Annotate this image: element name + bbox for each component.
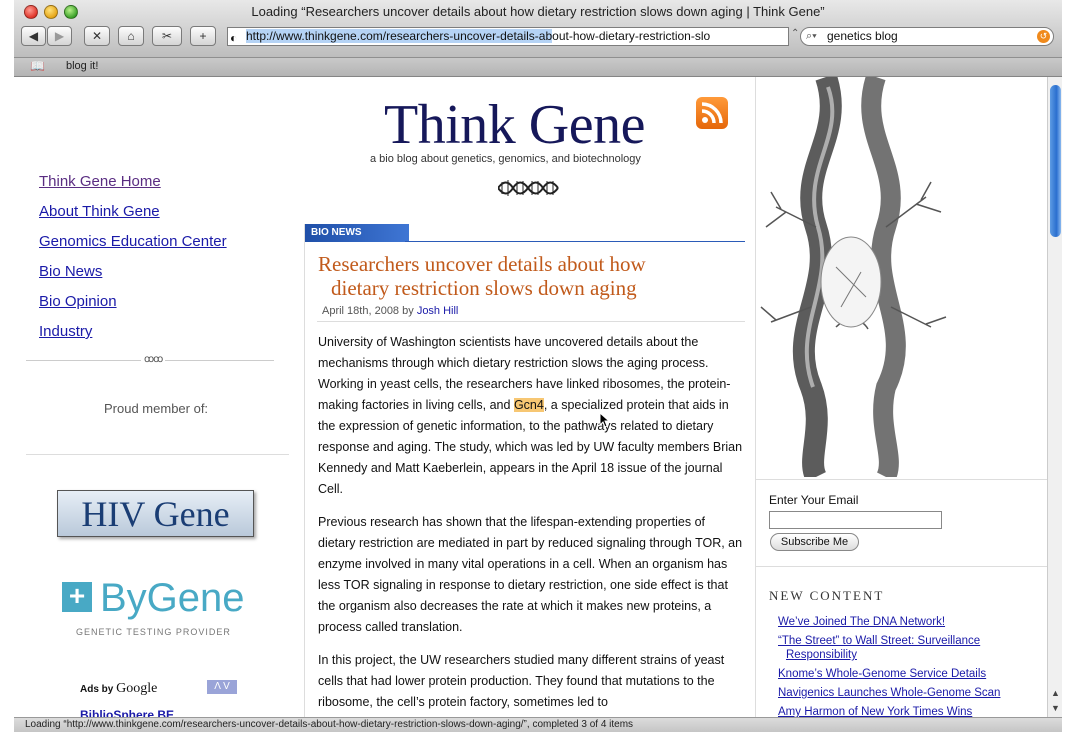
ads-by-label: Ads by: [80, 684, 114, 695]
bookmarks-book-icon[interactable]: 📖: [30, 59, 45, 73]
stop-button[interactable]: ✕: [84, 26, 110, 46]
dna-tree-illustration: [756, 77, 1036, 482]
page-content: Think Gene a bio blog about genetics, ge…: [14, 77, 1047, 717]
post-by: by: [402, 305, 414, 317]
url-dropdown-icon[interactable]: ⌃: [791, 28, 799, 39]
new-content-list: We’ve Joined The DNA Network! “The Stree…: [778, 615, 1038, 717]
post-title-line2: dietary restriction slows down aging: [331, 276, 637, 300]
address-bar[interactable]: ◐ http://www.thinkgene.com/researchers-un…: [227, 27, 789, 46]
site-favicon-icon: ◐: [230, 31, 238, 45]
google-logo-text: Google: [116, 681, 158, 696]
scissors-icon: ✂: [161, 29, 173, 43]
proud-member-label: Proud member of:: [104, 401, 209, 416]
left-divider: [26, 454, 289, 455]
dna-helix-icon: [497, 177, 560, 204]
post-separator: [317, 321, 745, 322]
url-rest-text: out-how-dietary-restriction-slo: [552, 29, 711, 43]
nav-link-industry[interactable]: Industry: [39, 321, 289, 351]
new-content-link[interactable]: Knome’s Whole-Genome Service Details: [778, 667, 1038, 681]
nav-link-bio-opinion[interactable]: Bio Opinion: [39, 291, 289, 321]
post-title[interactable]: Researchers uncover details about how di…: [318, 252, 738, 300]
post-body: University of Washington scientists have…: [318, 332, 743, 717]
category-badge[interactable]: BIO NEWS: [305, 224, 409, 242]
mouse-pointer-icon: [599, 411, 611, 433]
ads-by-google[interactable]: Ads by Google: [80, 681, 157, 697]
plus-icon: +: [62, 582, 92, 612]
post-paragraph-3: In this project, the UW researchers stud…: [318, 653, 725, 709]
browser-window: Loading “Researchers uncover details abo…: [0, 0, 1075, 755]
new-content-link-text-cont: Responsibility: [786, 649, 857, 661]
new-content-link[interactable]: Navigenics Launches Whole-Genome Scan: [778, 686, 1038, 700]
search-icon: ⌕▾: [806, 30, 817, 42]
status-bar: Loading “http://www.thinkgene.com/resear…: [14, 717, 1062, 732]
post-paragraph-2: Previous research has shown that the lif…: [318, 515, 743, 634]
bygene-subtitle: GENETIC TESTING PROVIDER: [76, 627, 231, 637]
nav-link-about-think-gene[interactable]: About Think Gene: [39, 201, 289, 231]
scrollbar-thumb[interactable]: [1050, 85, 1061, 237]
post-paragraph-1: University of Washington scientists have…: [318, 332, 743, 500]
left-navigation: Think Gene Home About Think Gene Genomic…: [39, 171, 289, 351]
ads-nav-arrows[interactable]: Λ V: [207, 680, 237, 694]
nav-link-bio-news[interactable]: Bio News: [39, 261, 289, 291]
vertical-scrollbar[interactable]: ▲ ▼: [1047, 77, 1062, 717]
new-content-link[interactable]: We’ve Joined The DNA Network!: [778, 615, 1038, 629]
gcn4-highlight: Gcn4: [513, 398, 544, 412]
search-value: genetics blog: [827, 29, 898, 43]
ad-link-bibliosphere[interactable]: BiblioSphere BE: [80, 708, 174, 717]
scroll-down-arrow-icon[interactable]: ▼: [1051, 703, 1060, 713]
p1-text-b: , a specialized protein that aids in the…: [318, 398, 743, 496]
post-author-link[interactable]: Josh Hill: [417, 305, 459, 317]
window-title: Loading “Researchers uncover details abo…: [251, 4, 825, 19]
back-button[interactable]: ◀: [21, 26, 46, 46]
new-content-link-text: We’ve Joined The DNA Network!: [778, 616, 946, 628]
nav-link-think-gene-home[interactable]: Think Gene Home: [39, 171, 289, 201]
nav-link-genomics-education-center[interactable]: Genomics Education Center: [39, 231, 289, 261]
email-input[interactable]: [769, 511, 942, 529]
new-content-link-text: Knome’s Whole-Genome Service Details: [778, 668, 987, 680]
url-selected-text: http://www.thinkgene.com/researchers-unc…: [246, 29, 553, 43]
snippet-button[interactable]: ✂: [152, 26, 182, 46]
post-meta: April 18th, 2008 by Josh Hill: [322, 305, 458, 317]
new-content-heading: NEW CONTENT: [769, 588, 885, 603]
email-label: Enter Your Email: [769, 493, 859, 507]
title-bar: Loading “Researchers uncover details abo…: [14, 0, 1062, 58]
new-content-link-text: “The Street” to Wall Street: Surveillanc…: [778, 635, 981, 647]
email-separator: [756, 479, 1047, 480]
new-content-link[interactable]: Amy Harmon of New York Times Wins: [778, 705, 1038, 717]
post-title-line1: Researchers uncover details about how: [318, 252, 646, 276]
rss-feed-icon[interactable]: [696, 97, 728, 129]
divider-dna-icon: ꝏꝏ: [141, 354, 166, 365]
category-underline: [405, 241, 745, 242]
add-bookmark-button[interactable]: +: [190, 26, 216, 46]
bookmark-blog-it[interactable]: blog it!: [66, 60, 98, 72]
new-content-link[interactable]: “The Street” to Wall Street: Surveillanc…: [778, 634, 1038, 662]
bygene-logo-text: ByGene: [100, 576, 245, 620]
hiv-gene-banner[interactable]: HIV Gene: [57, 490, 254, 537]
search-go-icon[interactable]: ↺: [1037, 30, 1050, 43]
home-button[interactable]: ⌂: [118, 26, 144, 46]
new-content-link-text: Navigenics Launches Whole-Genome Scan: [778, 687, 1001, 699]
site-title[interactable]: Think Gene: [384, 93, 645, 157]
site-tagline: a bio blog about genetics, genomics, and…: [370, 153, 641, 165]
new-content-separator: [756, 566, 1047, 567]
new-content-link-text: Amy Harmon of New York Times Wins: [778, 706, 973, 717]
post-date: April 18th, 2008: [322, 305, 400, 317]
forward-button[interactable]: ▶: [47, 26, 72, 46]
bookmarks-bar: 📖 blog it!: [14, 58, 1062, 77]
scroll-up-arrow-icon[interactable]: ▲: [1051, 688, 1060, 698]
main-article-column: BIO NEWS Researchers uncover details abo…: [304, 224, 755, 717]
search-field[interactable]: ⌕▾ genetics blog ↺: [800, 27, 1054, 46]
subscribe-button[interactable]: Subscribe Me: [770, 533, 859, 551]
right-sidebar: Enter Your Email Subscribe Me NEW CONTEN…: [755, 77, 1047, 717]
